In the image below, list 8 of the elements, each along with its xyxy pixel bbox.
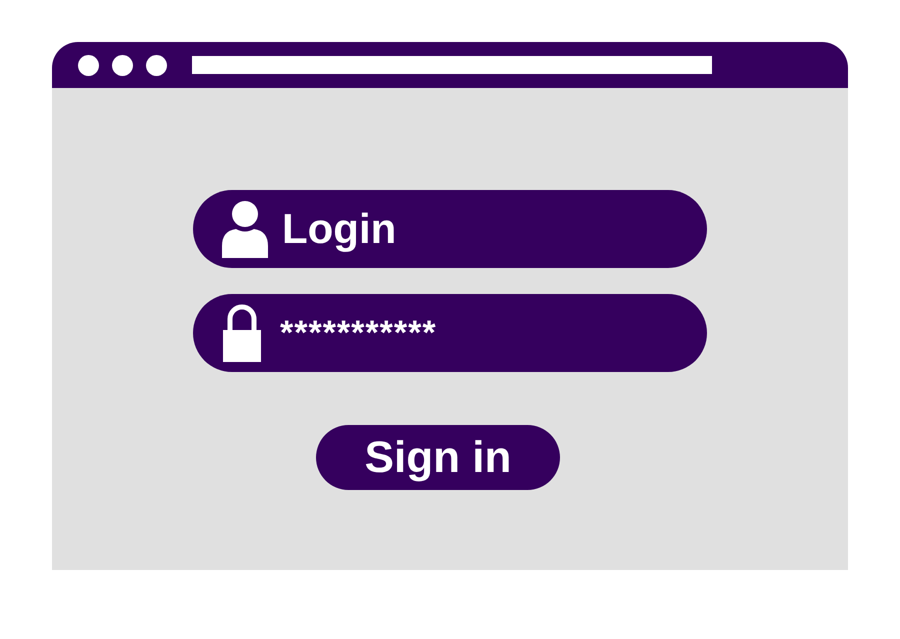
login-field[interactable]: Login (193, 190, 707, 268)
window-control-dot[interactable] (146, 54, 167, 76)
password-field[interactable]: *********** (193, 294, 707, 372)
sign-in-button[interactable]: Sign in (316, 425, 560, 490)
window-control-dot[interactable] (78, 54, 99, 76)
lock-icon (222, 304, 262, 362)
window-control-dot[interactable] (112, 54, 133, 76)
user-icon (222, 200, 268, 258)
